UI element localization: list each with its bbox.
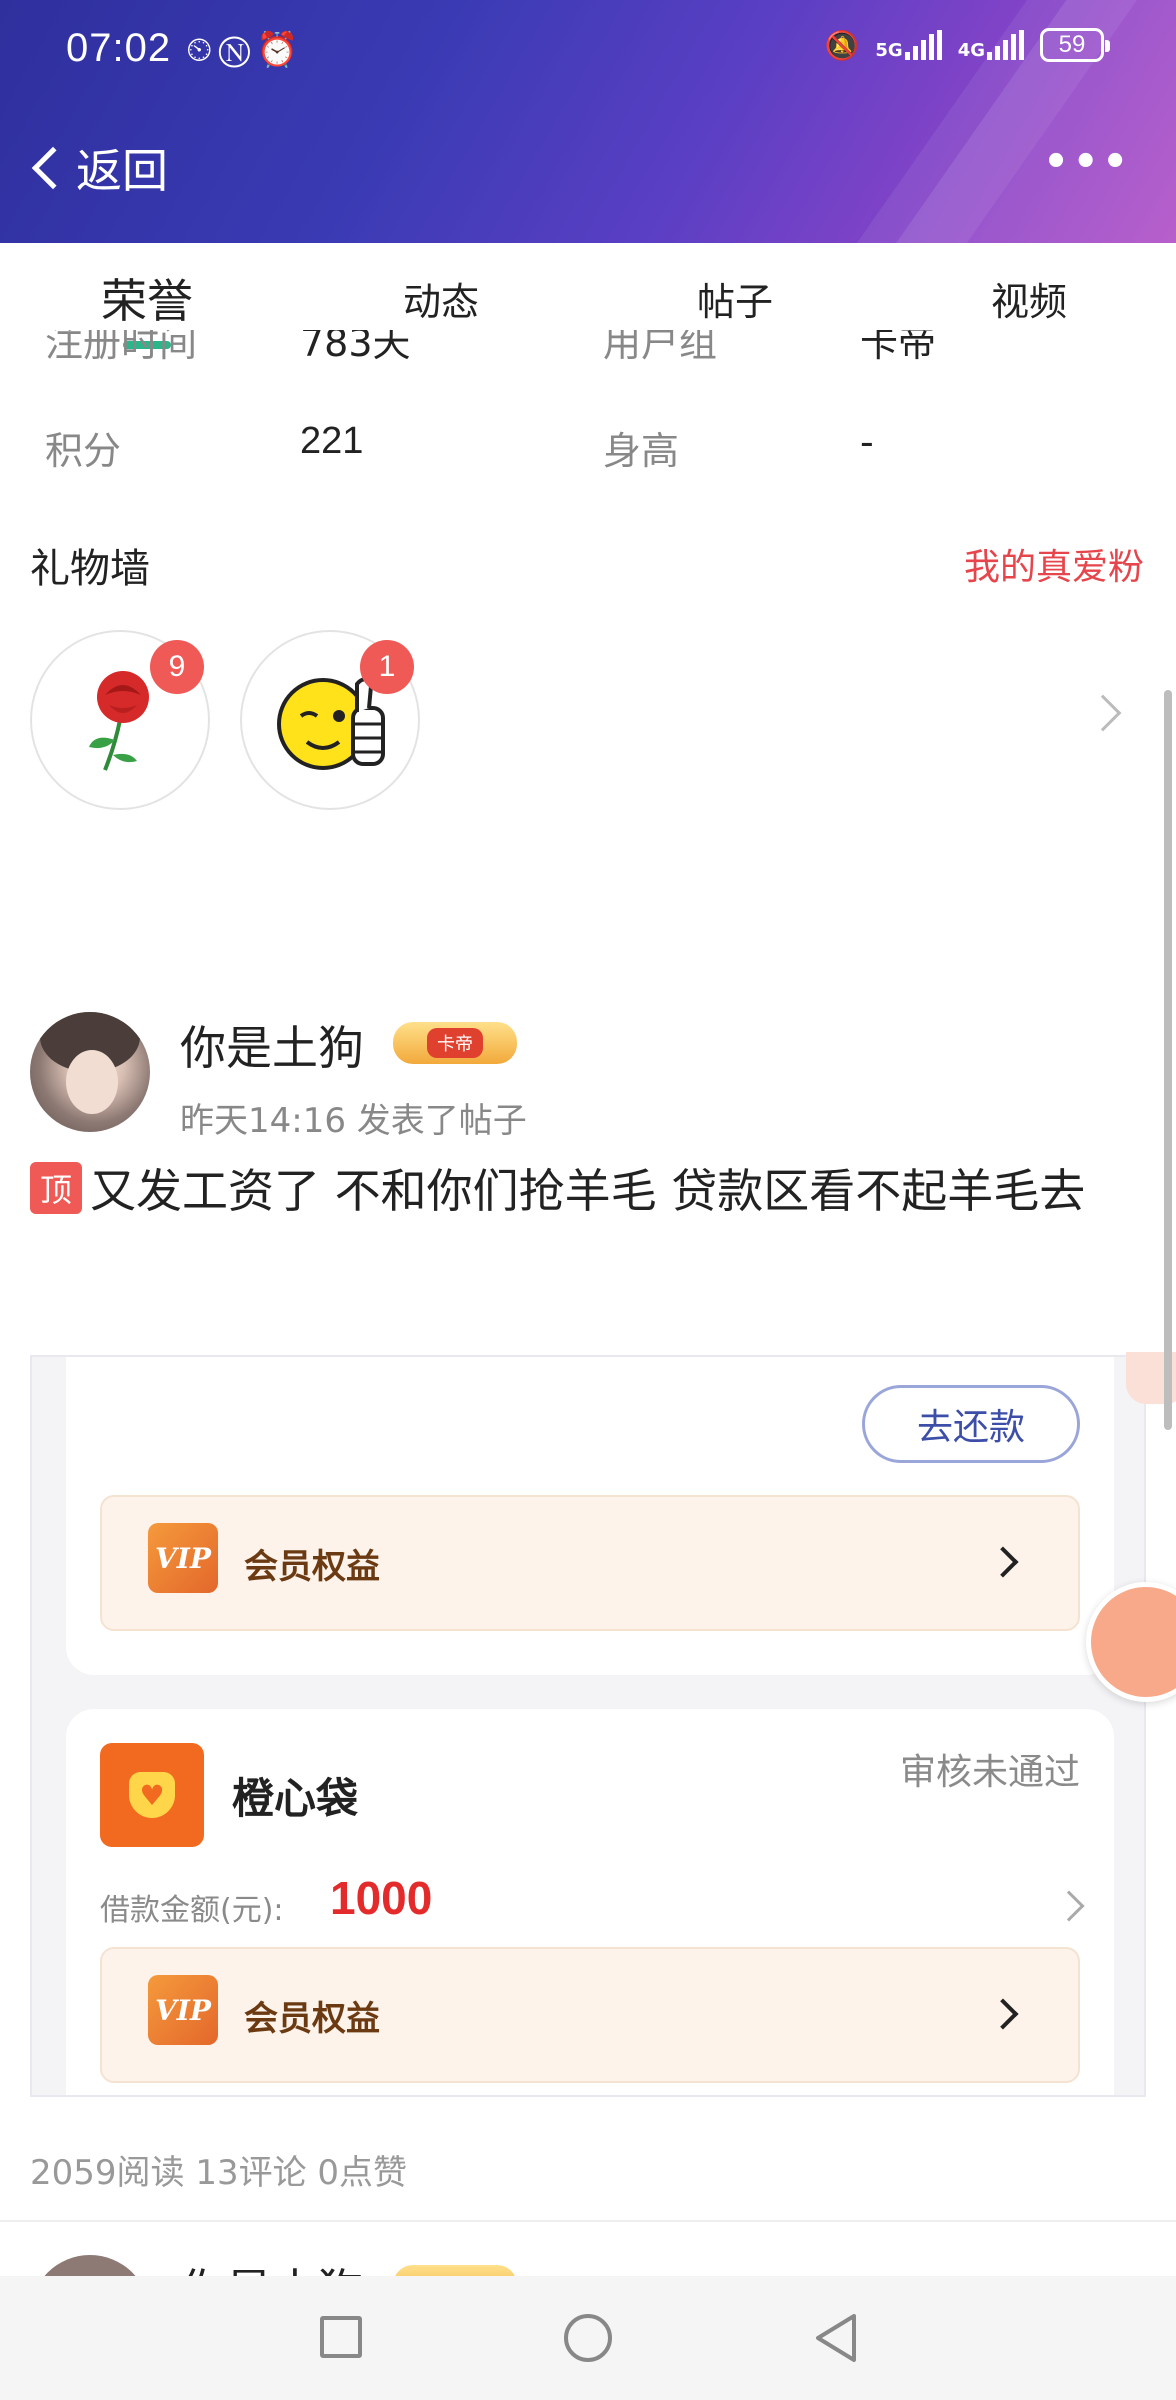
- signal-4g-icon: 4G: [958, 30, 1024, 60]
- tab-label: 视频: [990, 280, 1067, 324]
- tab-posts[interactable]: 帖子: [588, 243, 882, 343]
- post-title[interactable]: 顶 又发工资了 不和你们抢羊毛 贷款区看不起羊毛去: [30, 1155, 1085, 1221]
- mute-icon: 🔕: [824, 28, 860, 62]
- tab-honor[interactable]: 荣誉: [0, 243, 294, 349]
- tab-videos[interactable]: 视频: [882, 243, 1176, 343]
- speedometer-icon: ⏲: [186, 30, 219, 70]
- divider: [0, 2220, 1176, 2222]
- chevron-left-icon: [31, 146, 75, 190]
- gift-rose[interactable]: 9: [30, 630, 210, 810]
- post-stats: 2059阅读 13评论 0点赞: [30, 2153, 408, 2193]
- tab-label: 帖子: [696, 280, 773, 324]
- back-label: 返回: [76, 144, 168, 198]
- scrollbar[interactable]: [1164, 690, 1172, 1430]
- true-fans-link[interactable]: 我的真爱粉: [964, 538, 1144, 590]
- loan-card: 去还款 VIP 会员权益: [66, 1357, 1114, 1675]
- info-value: 卡帝: [860, 330, 937, 365]
- level-badge: 卡帝: [393, 1022, 517, 1064]
- vip-benefits-bar: VIP 会员权益: [100, 1947, 1080, 2083]
- tab-activity[interactable]: 动态: [294, 243, 588, 343]
- vip-icon: VIP: [148, 1975, 218, 2045]
- loan-amount-label: 借款金额(元):: [100, 1893, 284, 1928]
- vip-benefits-label: 会员权益: [244, 1547, 380, 1587]
- status-left-icons: ⏲Ⓝ⏰: [186, 30, 305, 70]
- gift-thumbs-up[interactable]: 1: [240, 630, 420, 810]
- level-badge-text: 卡帝: [427, 1028, 483, 1058]
- status-time: 07:02: [66, 26, 172, 70]
- system-nav-bar: [0, 2276, 1176, 2400]
- nfc-icon: Ⓝ: [218, 30, 257, 70]
- gift-wall-title: 礼物墙: [30, 546, 150, 592]
- status-right-icons: 🔕 5G 4G 59: [824, 28, 1110, 62]
- loan-app-name: 橙心袋: [232, 1774, 359, 1823]
- post-author-name[interactable]: 你是土狗: [180, 1012, 364, 1078]
- profile-tabs: 荣誉 动态 帖子 视频: [0, 243, 1176, 349]
- loan-status: 审核未通过: [899, 1752, 1080, 1793]
- loan-amount-value: 1000: [330, 1872, 433, 1924]
- money-bag-icon: ♥: [100, 1743, 204, 1847]
- vip-benefits-label: 会员权益: [244, 1999, 380, 2039]
- more-options-button[interactable]: •••: [1043, 142, 1132, 182]
- chevron-right-icon: [987, 1998, 1019, 2030]
- pinned-badge: 顶: [30, 1162, 82, 1214]
- chevron-right-icon: [987, 1546, 1019, 1578]
- app-header: 07:02 ⏲Ⓝ⏰ 🔕 5G 4G 59 返回 •••: [0, 0, 1176, 243]
- info-value: 783天: [300, 330, 411, 365]
- info-row-cut: 注册时间 783天 用户组 卡帝: [0, 330, 1176, 370]
- recent-apps-icon[interactable]: [320, 2316, 362, 2358]
- post-image[interactable]: 去还款 VIP 会员权益 ♥ 橙心袋 审核未通过 借款金额(元): 1000 V…: [30, 1355, 1146, 2097]
- post-meta: 昨天14:16 发表了帖子: [180, 1101, 527, 1141]
- chevron-right-icon: [1053, 1890, 1085, 1922]
- gift-count-badge: 1: [360, 640, 414, 694]
- info-row: 积分 221 身高 -: [0, 420, 1176, 480]
- alarm-icon: ⏰: [256, 30, 305, 70]
- gift-count-badge: 9: [150, 640, 204, 694]
- loan-card: ♥ 橙心袋 审核未通过 借款金额(元): 1000 VIP 会员权益: [66, 1709, 1114, 2095]
- home-icon[interactable]: [564, 2314, 612, 2362]
- vip-benefits-bar: VIP 会员权益: [100, 1495, 1080, 1631]
- height-label: 身高: [603, 429, 680, 473]
- status-bar: 07:02 ⏲Ⓝ⏰ 🔕 5G 4G 59: [0, 0, 1176, 100]
- vip-icon: VIP: [148, 1523, 218, 1593]
- repay-button: 去还款: [862, 1385, 1080, 1463]
- info-key: 注册时间: [45, 330, 198, 365]
- info-key: 用户组: [603, 330, 718, 365]
- battery-icon: 59: [1040, 28, 1110, 62]
- chevron-right-icon[interactable]: [1084, 694, 1122, 732]
- avatar[interactable]: [30, 1012, 150, 1132]
- back-button[interactable]: 返回: [28, 135, 168, 201]
- points-label: 积分: [45, 429, 122, 473]
- tab-label: 动态: [402, 280, 479, 324]
- signal-5g-icon: 5G: [875, 30, 942, 60]
- tab-label: 荣誉: [101, 274, 193, 328]
- points-value: 221: [300, 420, 364, 462]
- rose-icon: [89, 671, 149, 771]
- post-title-text: 又发工资了 不和你们抢羊毛 贷款区看不起羊毛去: [90, 1164, 1086, 1218]
- height-value: -: [860, 420, 874, 464]
